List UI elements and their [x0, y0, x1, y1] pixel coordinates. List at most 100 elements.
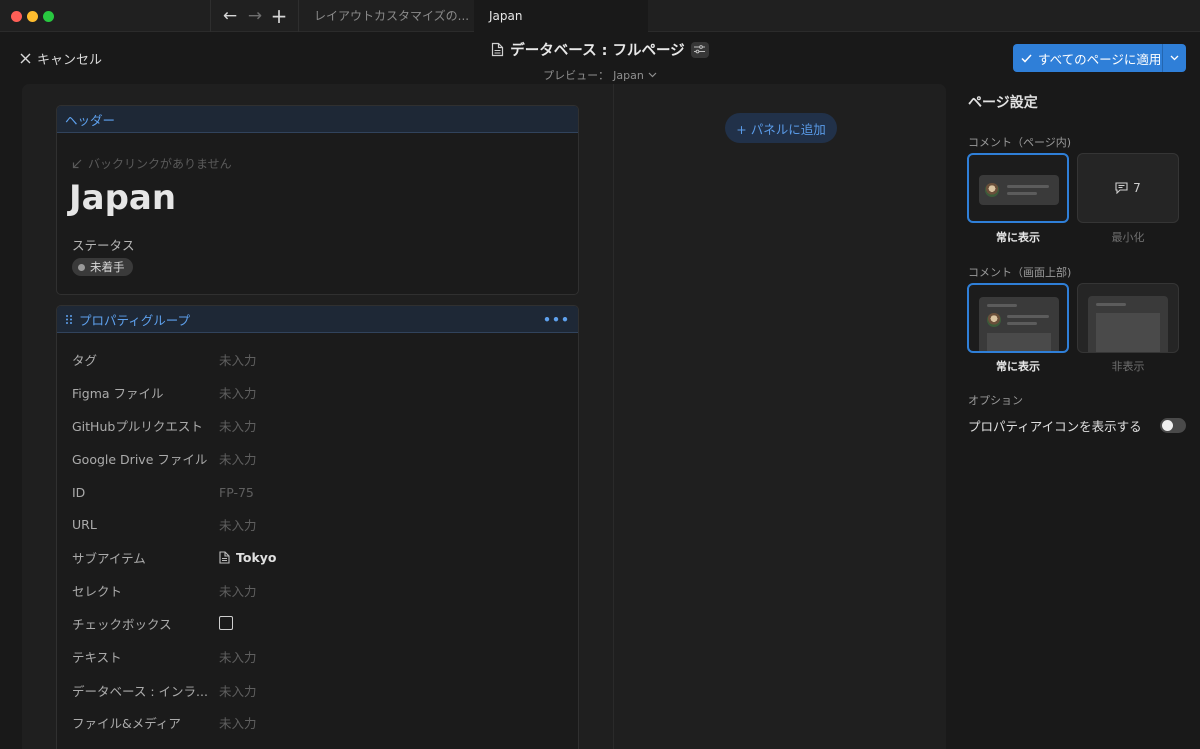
- page-preview: [979, 297, 1059, 351]
- apply-all-pages-button[interactable]: すべてのページに適用: [1013, 44, 1186, 72]
- preview-line: [1007, 185, 1049, 188]
- property-value: 未入力: [219, 715, 257, 731]
- option-caption: 常に表示: [996, 231, 1040, 244]
- status-property-label: ステータス: [72, 238, 135, 253]
- layout-title[interactable]: データベース : フルページ: [491, 39, 709, 60]
- property-row-checkbox[interactable]: チェックボックス: [72, 613, 572, 633]
- check-icon: [1021, 53, 1032, 63]
- show-property-icons-label: プロパティアイコンを表示する: [968, 419, 1142, 434]
- minimized-comment-preview: 7: [1078, 154, 1178, 222]
- comment-count: 7: [1133, 181, 1141, 195]
- preview-line: [1007, 322, 1037, 325]
- property-row-github[interactable]: GitHubプルリクエスト 未入力: [72, 415, 572, 435]
- comment-top-always-option[interactable]: [967, 283, 1069, 353]
- zoom-window-button[interactable]: [43, 11, 54, 22]
- property-name: Figma ファイル: [72, 385, 164, 401]
- status-badge[interactable]: 未着手: [72, 258, 133, 276]
- option-caption: 最小化: [1111, 231, 1145, 244]
- property-row-database-inline[interactable]: データベース : インラ... 未入力: [72, 680, 572, 700]
- avatar: [985, 183, 999, 197]
- comment-in-page-always-option[interactable]: [967, 153, 1069, 223]
- property-group-title: プロパティグループ: [79, 312, 191, 328]
- comment-in-page-label: コメント（ページ内): [968, 136, 1072, 149]
- property-row-figma[interactable]: Figma ファイル 未入力: [72, 382, 572, 402]
- backlink-row: バックリンクがありません: [72, 155, 232, 172]
- drag-handle-icon[interactable]: [65, 314, 73, 325]
- page-title: Japan: [69, 178, 177, 218]
- layout-canvas: + パネルに追加 ヘッダー バックリンクがありません Japan ステータス 未…: [22, 84, 946, 749]
- status-value: 未着手: [90, 260, 125, 274]
- property-group-title-bar: プロパティグループ •••: [57, 306, 578, 333]
- avatar: [987, 313, 1001, 327]
- preview-value: Japan: [613, 68, 644, 82]
- property-row-select[interactable]: セレクト 未入力: [72, 580, 572, 600]
- property-name: ID: [72, 484, 86, 500]
- column-divider: [613, 84, 614, 749]
- chevron-down-icon: [648, 72, 657, 78]
- apply-options-dropdown[interactable]: [1162, 44, 1186, 72]
- property-row-files-media[interactable]: ファイル&メディア 未入力: [72, 712, 572, 732]
- comment-top-label: コメント（画面上部): [968, 266, 1072, 279]
- property-name: ファイル&メディア: [72, 715, 181, 731]
- page-body-preview: [987, 333, 1051, 351]
- page-settings-title: ページ設定: [968, 95, 1038, 111]
- page-body-preview: [1096, 313, 1160, 352]
- tab-layout-customize[interactable]: レイアウトカスタマイズの...: [299, 0, 474, 32]
- preview-line: [1096, 303, 1126, 306]
- property-value: 未入力: [219, 385, 257, 401]
- property-value: 未入力: [219, 649, 257, 665]
- property-value: 未入力: [219, 517, 257, 533]
- comment-icon: [1115, 182, 1128, 194]
- layout-title-text: データベース : フルページ: [510, 43, 685, 59]
- titlebar-divider: [210, 0, 211, 32]
- comment-preview: [979, 175, 1059, 205]
- property-name: GitHubプルリクエスト: [72, 418, 203, 434]
- show-property-icons-row: プロパティアイコンを表示する: [968, 416, 1186, 435]
- property-row-text[interactable]: テキスト 未入力: [72, 646, 572, 666]
- property-name: サブアイテム: [72, 550, 146, 566]
- property-value: FP-75: [219, 484, 254, 500]
- option-caption: 非表示: [1111, 360, 1145, 373]
- property-group-block[interactable]: プロパティグループ ••• タグ 未入力 Figma ファイル 未入力 GitH…: [56, 305, 579, 749]
- apply-label: すべてのページに適用: [1038, 51, 1162, 67]
- title-bar: ← → + レイアウトカスタマイズの... Japan: [0, 0, 1200, 32]
- add-panel-button[interactable]: + パネルに追加: [725, 113, 837, 143]
- comment-top-hidden-option[interactable]: [1077, 283, 1179, 353]
- status-dot-icon: [78, 263, 85, 271]
- document-icon: [492, 42, 504, 57]
- minimize-window-button[interactable]: [27, 11, 38, 22]
- property-value: [219, 616, 233, 630]
- property-row-url[interactable]: URL 未入力: [72, 514, 572, 534]
- document-icon: [219, 550, 230, 564]
- preview-prefix: プレビュー：: [543, 69, 610, 82]
- preview-line: [1007, 192, 1037, 195]
- preview-line: [987, 304, 1017, 307]
- apply-all-pages-main[interactable]: すべてのページに適用: [1013, 44, 1162, 72]
- options-label: オプション: [968, 394, 1023, 407]
- option-caption: 常に表示: [996, 360, 1040, 373]
- sliders-icon[interactable]: [690, 41, 709, 58]
- property-value: 未入力: [219, 418, 257, 434]
- tab-japan[interactable]: Japan: [474, 0, 648, 32]
- more-options-icon[interactable]: •••: [543, 312, 570, 327]
- property-row-sub-items[interactable]: サブアイテム Tokyo: [72, 547, 572, 567]
- property-value: 未入力: [219, 451, 257, 467]
- sub-item-link[interactable]: Tokyo: [219, 550, 277, 565]
- back-arrow-icon[interactable]: ←: [220, 6, 240, 26]
- header-block[interactable]: ヘッダー バックリンクがありません Japan ステータス 未着手: [56, 105, 579, 295]
- new-tab-icon[interactable]: +: [269, 6, 289, 26]
- checkbox-input[interactable]: [219, 616, 233, 630]
- property-row-tag[interactable]: タグ 未入力: [72, 349, 572, 369]
- property-name: URL: [72, 516, 97, 532]
- close-window-button[interactable]: [11, 11, 22, 22]
- chevron-down-icon: [1170, 55, 1179, 61]
- property-row-google-drive[interactable]: Google Drive ファイル 未入力: [72, 448, 572, 468]
- property-name: チェックボックス: [72, 616, 172, 632]
- forward-arrow-icon[interactable]: →: [245, 6, 265, 26]
- arrow-down-left-icon: [72, 159, 82, 168]
- property-row-id[interactable]: ID FP-75: [72, 482, 572, 502]
- property-name: セレクト: [72, 583, 123, 599]
- show-property-icons-toggle[interactable]: [1160, 418, 1186, 433]
- comment-in-page-minimize-option[interactable]: 7: [1077, 153, 1179, 223]
- page-preview: [1088, 296, 1168, 352]
